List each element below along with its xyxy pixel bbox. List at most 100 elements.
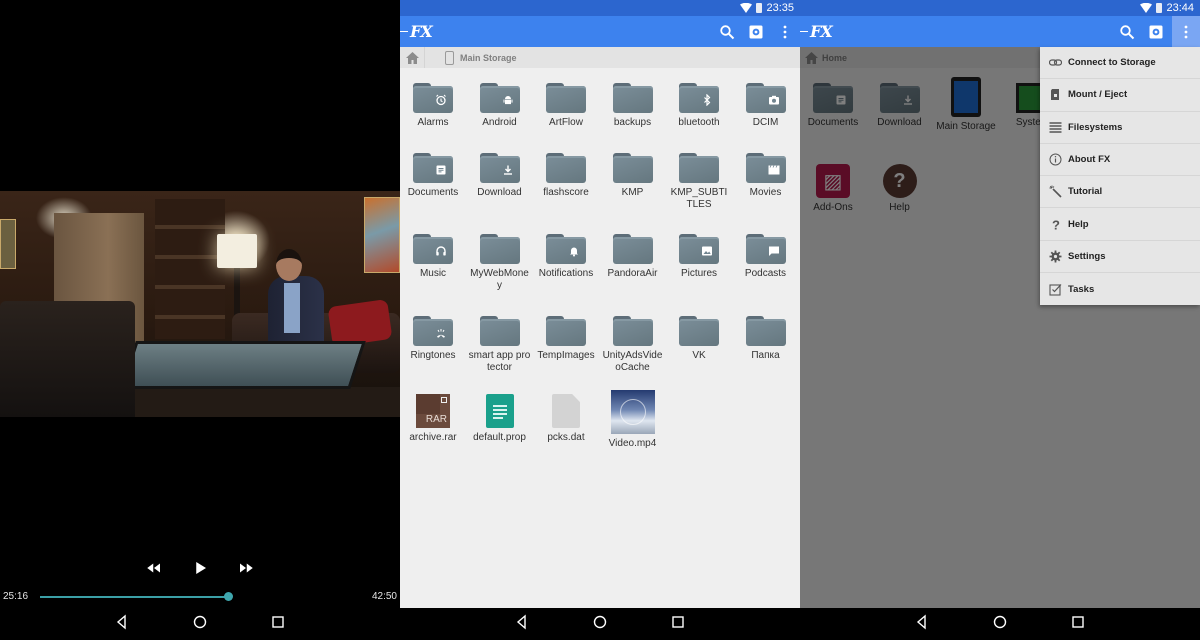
gear-icon[interactable] [1147,23,1165,41]
bluetooth-icon [700,93,714,107]
recents-icon[interactable] [1070,614,1086,635]
file-item[interactable]: smart app protector [467,316,533,374]
menu-item-tutorial[interactable]: Tutorial [1040,176,1200,209]
recents-icon[interactable] [270,614,286,635]
file-item-label: UnityAdsVideoCache [602,350,663,373]
file-item[interactable]: PandoraAir [600,234,666,280]
file-item[interactable]: VK [666,316,732,362]
app-bar: FX [800,16,1200,47]
file-item[interactable]: Папка [733,316,799,362]
download-icon [501,163,515,177]
file-item[interactable]: MyWebMoney [467,234,533,292]
more-options-icon[interactable] [1172,16,1200,47]
seek-bar[interactable] [40,592,358,601]
file-item[interactable]: KMP [600,153,666,199]
alarm-icon [434,93,448,107]
file-item-label: MyWebMoney [470,268,529,291]
video-thumbnail-icon [610,390,655,434]
file-item[interactable]: Alarms [400,83,466,129]
back-icon[interactable] [914,613,930,635]
fast-forward-icon[interactable] [237,559,255,582]
home-icon[interactable] [992,614,1008,635]
status-bar: 23:44 [800,0,1200,16]
file-item[interactable]: Download [467,153,533,199]
file-item[interactable]: bluetooth [666,83,732,129]
play-icon[interactable] [191,559,209,582]
file-item[interactable]: DCIM [733,83,799,129]
file-item-label: PandoraAir [607,268,658,279]
folder-icon [546,153,586,183]
file-item[interactable]: KMP_SUBTITLES [666,153,732,211]
file-item[interactable]: pcks.dat [533,394,599,444]
fx-home-screen: 23:44 FX Home DocumentsDownloadMain Stor… [800,0,1200,640]
menu-item-mount-eject[interactable]: Mount / Eject [1040,79,1200,112]
svg-text:?: ? [1052,218,1060,231]
file-item-label: bluetooth [678,117,720,128]
menu-item-label: Tutorial [1068,186,1103,198]
status-time: 23:44 [1166,2,1194,14]
file-item[interactable]: Music [400,234,466,280]
back-icon[interactable] [514,613,530,635]
file-item[interactable]: Pictures [666,234,732,280]
more-options-icon[interactable] [776,23,794,41]
folder-icon [413,153,453,183]
file-item[interactable]: flashscore [533,153,599,199]
folder-icon [479,316,520,346]
file-item[interactable]: Movies [733,153,799,199]
home-icon[interactable] [192,614,208,635]
status-bar: 23:35 [400,0,800,16]
menu-item-help[interactable]: ? Help [1040,208,1200,241]
file-item[interactable]: Android [467,83,533,129]
folder-icon [413,316,453,346]
search-icon[interactable] [718,23,736,41]
file-item[interactable]: Ringtones [400,316,466,362]
breadcrumb-current[interactable]: Main Storage [460,53,517,63]
menu-item-label: Settings [1068,250,1106,262]
folder-icon [413,234,453,264]
folder-icon [546,83,586,113]
video-scene-person-head [276,249,302,281]
battery-icon [756,3,763,13]
file-item-label: Download [477,187,522,198]
recents-icon[interactable] [670,614,686,635]
playback-controls [0,560,400,580]
menu-item-filesystems[interactable]: Filesystems [1040,112,1200,144]
file-item[interactable]: Notifications [533,234,599,280]
file-item[interactable]: default.prop [467,394,533,444]
file-item[interactable]: UnityAdsVideoCache [600,316,666,374]
gear-icon[interactable] [747,23,765,41]
menu-item-settings[interactable]: Settings [1040,241,1200,274]
menu-item-label: Connect to Storage [1068,57,1156,69]
file-item[interactable]: TempImages [533,316,599,362]
file-item-label: smart app protector [468,350,531,373]
home-icon[interactable] [592,614,608,635]
menu-item-connect-to-storage[interactable]: Connect to Storage [1040,47,1200,80]
file-item-label: pcks.dat [547,432,585,443]
headphones-icon [434,244,448,258]
seek-bar-thumb[interactable] [223,592,233,601]
file-item[interactable]: Video.mp4 [600,390,666,450]
file-item[interactable]: ArtFlow [533,83,599,129]
video-scene-painting [364,197,400,273]
app-logo[interactable]: FX [400,22,433,41]
video-scene-table [120,341,366,389]
video-frame[interactable] [0,191,400,417]
back-icon[interactable] [114,613,130,635]
question-icon: ? [1048,217,1062,231]
app-logo[interactable]: FX [800,22,833,41]
file-item-label: Video.mp4 [608,438,657,449]
folder-icon [612,316,653,346]
file-item[interactable]: RAR archive.rar [400,394,466,444]
rewind-icon[interactable] [145,559,163,582]
wifi-icon [1140,3,1153,13]
menu-item-about-fx[interactable]: About FX [1040,144,1200,177]
file-item[interactable]: Documents [400,153,466,199]
folder-icon [679,153,719,183]
search-icon[interactable] [1118,23,1136,41]
menu-item-tasks[interactable]: Tasks [1040,273,1200,305]
file-item[interactable]: Podcasts [733,234,799,280]
folder-icon [612,234,653,264]
file-item[interactable]: backups [600,83,666,129]
breadcrumb-home[interactable] [400,47,425,68]
menu-item-label: About FX [1068,154,1111,166]
